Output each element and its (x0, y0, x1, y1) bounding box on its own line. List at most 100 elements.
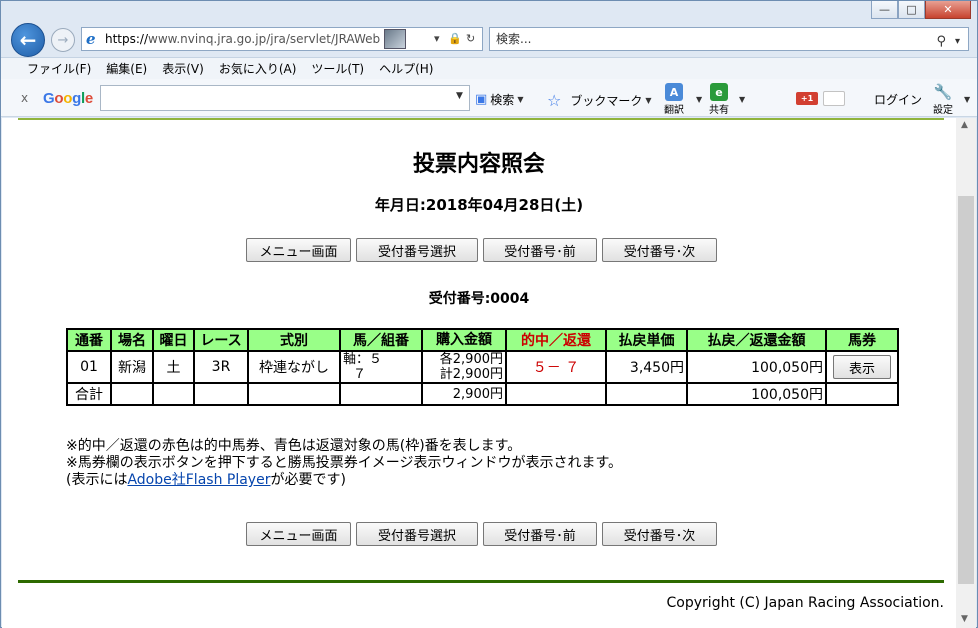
ie-page-icon: e (86, 30, 96, 48)
menu-file[interactable]: ファイル(F) (27, 60, 91, 77)
scroll-up-icon[interactable]: ▲ (961, 120, 968, 130)
toolbar-share-button[interactable]: e 共有 (709, 83, 729, 116)
toolbar-settings-label: 設定 (933, 105, 953, 116)
translate-icon: A (665, 83, 683, 101)
flash-player-link[interactable]: Adobe社Flash Player (127, 472, 270, 488)
total-empty (152, 382, 195, 406)
forward-arrow-icon[interactable]: → (51, 28, 75, 52)
menu-bar: ファイル(F) 編集(E) 表示(V) お気に入り(A) ツール(T) ヘルプ(… (1, 57, 977, 79)
table-header-row: 通番 場名 曜日 レース 式別 馬／組番 購入金額 的中／返還 払戻単価 払戻／… (66, 328, 899, 352)
cell-ticket: 表示 (825, 350, 899, 384)
title-bar: — □ ✕ (1, 1, 977, 23)
receipt-select-button[interactable]: 受付番号選択 (356, 522, 478, 546)
maximize-icon[interactable]: □ (898, 1, 925, 19)
bottom-divider (18, 580, 944, 583)
header-bet-type: 式別 (247, 328, 341, 352)
url-scheme: https:// (105, 32, 149, 46)
address-dropdown-icon[interactable]: ▾ (434, 32, 440, 45)
note-line-3: (表示にはAdobe社Flash Playerが必要です) (66, 472, 622, 489)
copyright: Copyright (C) Japan Racing Association. (666, 595, 944, 611)
receipt-prev-button[interactable]: 受付番号･前 (483, 238, 597, 262)
address-bar[interactable]: e https://www.nvinq.jra.go.jp/jra/servle… (81, 27, 483, 51)
toolbar-search-button[interactable]: ▣ 検索 ▼ (475, 91, 523, 108)
cell-bet-type: 枠連ながし (247, 350, 341, 384)
back-arrow-icon[interactable]: ← (11, 23, 45, 57)
menu-help[interactable]: ヘルプ(H) (379, 60, 433, 77)
cell-horse-combination: 軸：５ ７ (339, 350, 423, 384)
browser-search-placeholder: 検索... (496, 32, 532, 46)
menu-view[interactable]: 表示(V) (162, 60, 204, 77)
scroll-thumb[interactable] (958, 196, 974, 584)
search-icon[interactable]: ⚲ (936, 31, 946, 53)
menu-screen-button[interactable]: メニュー画面 (246, 238, 351, 262)
refresh-icon[interactable]: ↻ (466, 32, 475, 45)
receipt-next-button[interactable]: 受付番号･次 (602, 238, 717, 262)
share-icon: e (710, 83, 728, 101)
receipt-select-button[interactable]: 受付番号選択 (356, 238, 478, 262)
toolbar-close-icon[interactable]: x (21, 91, 28, 105)
header-venue: 場名 (110, 328, 154, 352)
header-serial: 通番 (66, 328, 112, 352)
page-title: 投票内容照会 (412, 152, 545, 177)
total-empty (247, 382, 341, 406)
toolbar-login-link[interactable]: ログイン (874, 91, 922, 108)
chevron-down-icon[interactable]: ▼ (739, 95, 745, 104)
menu-edit[interactable]: 編集(E) (106, 60, 147, 77)
notes: ※的中／返還の赤色は的中馬券、青色は返還対象の馬(枠)番を表します。 ※馬券欄の… (66, 438, 622, 489)
cell-race: 3R (193, 350, 249, 384)
scroll-down-icon[interactable]: ▼ (961, 614, 968, 624)
chevron-down-icon[interactable]: ▼ (964, 95, 970, 104)
minimize-icon[interactable]: — (871, 1, 898, 19)
cell-serial: 01 (66, 350, 112, 384)
note-line-3-pre: (表示には (66, 472, 128, 488)
receipt-next-button[interactable]: 受付番号･次 (602, 522, 717, 546)
browser-search-field[interactable]: 検索... ⚲ ▾ (489, 27, 969, 51)
google-plus-one-icon[interactable]: +1 (796, 92, 818, 105)
page-viewport: 投票内容照会 年月日:2018年04月28日(土) メニュー画面 受付番号選択 … (2, 118, 956, 628)
header-hit-refund: 的中／返還 (505, 328, 607, 352)
lock-icon[interactable]: 🔒 (448, 32, 462, 45)
wrench-icon: 🔧 (933, 83, 953, 101)
chevron-down-icon[interactable]: ▼ (696, 95, 702, 104)
star-icon: ☆ (547, 91, 562, 110)
top-divider (18, 118, 944, 120)
cell-hit-refund: ５－ ７ (505, 350, 607, 384)
menu-tools[interactable]: ツール(T) (311, 60, 364, 77)
search-dropdown-icon[interactable]: ▾ (955, 31, 960, 53)
header-ticket: 馬券 (825, 328, 899, 352)
google-logo: Google (43, 90, 93, 107)
plus-one-count (823, 91, 845, 106)
menu-favorites[interactable]: お気に入り(A) (219, 60, 297, 77)
toolbar-share-label: 共有 (709, 105, 729, 116)
total-empty (605, 382, 688, 406)
page-thumbnail-icon (384, 29, 406, 49)
total-empty (339, 382, 423, 406)
menu-screen-button[interactable]: メニュー画面 (246, 522, 351, 546)
chevron-down-icon: ▼ (517, 95, 524, 104)
header-payout-unit: 払戻単価 (605, 328, 688, 352)
receipt-prev-button[interactable]: 受付番号･前 (483, 522, 597, 546)
google-toolbar: x Google ▼ ▣ 検索 ▼ ☆ ブックマーク ▼ A 翻訳 ▼ e 共有… (1, 79, 977, 117)
google-search-input[interactable] (100, 85, 470, 111)
url-path: www.nvinq.jra.go.jp/jra/servlet/JRAWeb (148, 32, 381, 46)
header-race: レース (193, 328, 249, 352)
total-empty (505, 382, 607, 406)
navigation-bar: ← → e https://www.nvinq.jra.go.jp/jra/se… (1, 21, 977, 57)
close-icon[interactable]: ✕ (925, 1, 971, 19)
total-empty (825, 382, 899, 406)
google-search-dropdown-icon[interactable]: ▼ (456, 91, 463, 101)
total-empty (110, 382, 154, 406)
show-ticket-button[interactable]: 表示 (833, 355, 891, 379)
toolbar-settings-button[interactable]: 🔧 設定 (933, 83, 953, 116)
amount-each: 各2,900円 (439, 352, 503, 367)
receipt-number: 受付番号:0004 (428, 291, 530, 307)
note-line-2: ※馬券欄の表示ボタンを押下すると勝馬投票券イメージ表示ウィンドウが表示されます。 (66, 455, 623, 471)
header-payout-amount: 払戻／返還金額 (686, 328, 827, 352)
note-line-1: ※的中／返還の赤色は的中馬券、青色は返還対象の馬(枠)番を表します。 (66, 438, 522, 454)
horse-axis: 軸：５ (343, 352, 383, 367)
toolbar-bookmark-button[interactable]: ☆ ブックマーク ▼ (547, 91, 652, 110)
toolbar-translate-label: 翻訳 (664, 105, 684, 116)
table-total-row: 合計 2,900円 100,050円 (66, 382, 899, 406)
vertical-scrollbar[interactable]: ▲ ▼ (956, 118, 976, 628)
toolbar-translate-button[interactable]: A 翻訳 (664, 83, 684, 116)
